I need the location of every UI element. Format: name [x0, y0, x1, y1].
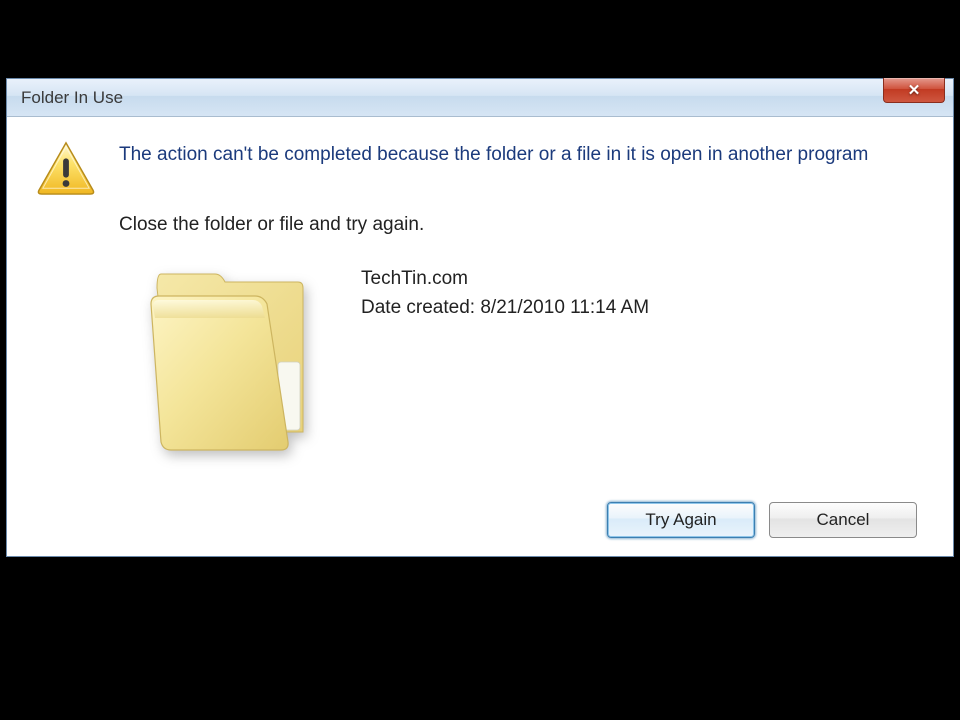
try-again-button[interactable]: Try Again [607, 502, 755, 538]
cancel-button[interactable]: Cancel [769, 502, 917, 538]
item-name: TechTin.com [361, 264, 649, 293]
close-button[interactable]: ✕ [883, 78, 945, 103]
button-row: Try Again Cancel [35, 502, 925, 538]
titlebar[interactable]: Folder In Use ✕ [7, 79, 953, 117]
folder-in-use-dialog: Folder In Use ✕ [6, 78, 954, 557]
instruction-text: Close the folder or file and try again. [119, 214, 925, 236]
item-date-created: Date created: 8/21/2010 11:14 AM [361, 293, 649, 322]
error-message: The action can't be completed because th… [119, 140, 925, 196]
folder-icon [143, 262, 313, 462]
item-row: TechTin.com Date created: 8/21/2010 11:1… [143, 262, 925, 462]
dialog-content: The action can't be completed because th… [7, 117, 953, 556]
message-row: The action can't be completed because th… [35, 140, 925, 196]
close-icon: ✕ [908, 83, 921, 98]
dialog-title: Folder In Use [21, 88, 123, 108]
item-details: TechTin.com Date created: 8/21/2010 11:1… [361, 262, 649, 323]
warning-icon [35, 140, 97, 196]
